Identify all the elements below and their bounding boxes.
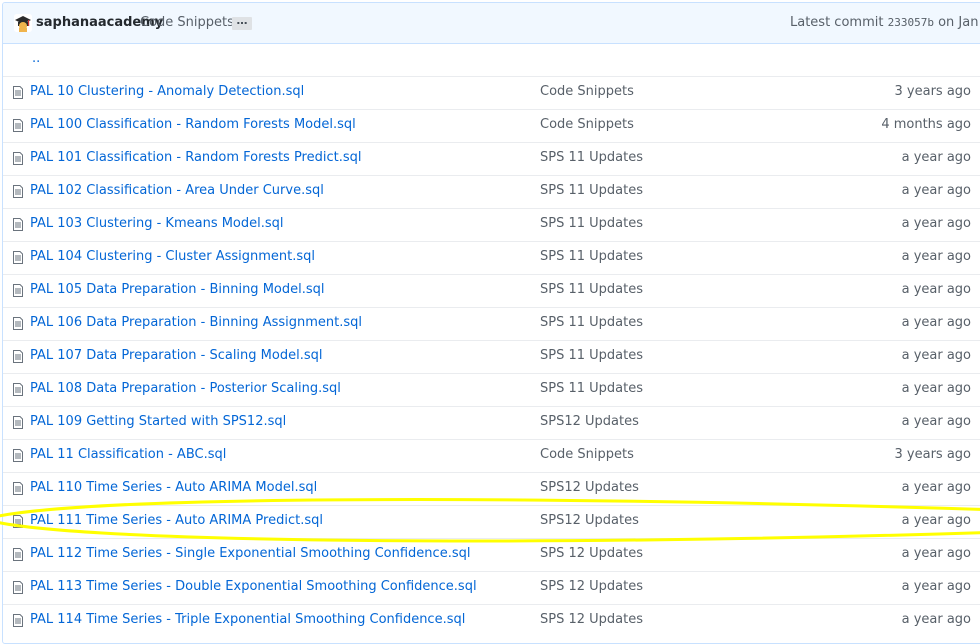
file-row: PAL 114 Time Series - Triple Exponential…: [3, 604, 980, 637]
file-text-icon: [13, 515, 23, 528]
file-name-link[interactable]: PAL 110 Time Series - Auto ARIMA Model.s…: [30, 480, 317, 495]
file-name-link[interactable]: PAL 103 Clustering - Kmeans Model.sql: [30, 216, 284, 231]
file-row: PAL 101 Classification - Random Forests …: [3, 142, 980, 175]
file-commit-message[interactable]: SPS12 Updates: [540, 414, 639, 429]
file-row: PAL 107 Data Preparation - Scaling Model…: [3, 340, 980, 373]
file-commit-age: a year ago: [901, 282, 971, 297]
file-text-icon: [13, 317, 23, 330]
latest-commit-date: on Jan 3: [938, 15, 980, 30]
file-text-icon: [13, 152, 23, 165]
file-browser: saphanaacademy Code Snippets … Latest co…: [2, 2, 980, 644]
parent-directory-link[interactable]: ..: [32, 51, 40, 66]
file-row: PAL 110 Time Series - Auto ARIMA Model.s…: [3, 472, 980, 505]
expand-commit-button[interactable]: …: [232, 15, 252, 30]
latest-commit-label: Latest commit: [790, 15, 884, 30]
file-commit-age: 3 years ago: [894, 84, 971, 99]
file-commit-age: a year ago: [901, 183, 971, 198]
file-row: PAL 105 Data Preparation - Binning Model…: [3, 274, 980, 307]
file-name-link[interactable]: PAL 104 Clustering - Cluster Assignment.…: [30, 249, 315, 264]
file-row: PAL 102 Classification - Area Under Curv…: [3, 175, 980, 208]
file-commit-message[interactable]: SPS 12 Updates: [540, 579, 643, 594]
file-commit-message[interactable]: SPS12 Updates: [540, 480, 639, 495]
file-name-link[interactable]: PAL 105 Data Preparation - Binning Model…: [30, 282, 325, 297]
avatar[interactable]: [14, 14, 32, 32]
file-row: PAL 112 Time Series - Single Exponential…: [3, 538, 980, 571]
file-name-link[interactable]: PAL 101 Classification - Random Forests …: [30, 150, 362, 165]
file-commit-age: 3 years ago: [894, 447, 971, 462]
file-text-icon: [13, 482, 23, 495]
file-commit-age: a year ago: [901, 249, 971, 264]
file-commit-message[interactable]: Code Snippets: [540, 117, 634, 132]
file-row: PAL 10 Clustering - Anomaly Detection.sq…: [3, 76, 980, 109]
file-row: PAL 11 Classification - ABC.sql Code Snip…: [3, 439, 980, 472]
file-name-link[interactable]: PAL 111 Time Series - Auto ARIMA Predict…: [30, 513, 323, 528]
file-text-icon: [13, 284, 23, 297]
file-name-link[interactable]: PAL 107 Data Preparation - Scaling Model…: [30, 348, 322, 363]
file-name-link[interactable]: PAL 106 Data Preparation - Binning Assig…: [30, 315, 362, 330]
file-commit-message[interactable]: SPS 11 Updates: [540, 183, 643, 198]
file-commit-message[interactable]: SPS 11 Updates: [540, 249, 643, 264]
file-commit-message[interactable]: Code Snippets: [540, 84, 634, 99]
file-row: PAL 108 Data Preparation - Posterior Sca…: [3, 373, 980, 406]
file-commit-message[interactable]: SPS 11 Updates: [540, 150, 643, 165]
file-commit-age: a year ago: [901, 546, 971, 561]
file-text-icon: [13, 449, 23, 462]
file-text-icon: [13, 86, 23, 99]
latest-commit-info: Latest commit 233057b on Jan 3: [790, 15, 980, 30]
file-commit-age: a year ago: [901, 315, 971, 330]
file-row: PAL 111 Time Series - Auto ARIMA Predict…: [3, 505, 980, 538]
file-name-link[interactable]: PAL 10 Clustering - Anomaly Detection.sq…: [30, 84, 304, 99]
file-text-icon: [13, 218, 23, 231]
file-commit-message[interactable]: SPS 11 Updates: [540, 381, 643, 396]
file-row: PAL 103 Clustering - Kmeans Model.sql SPS…: [3, 208, 980, 241]
file-list: .. PAL 10 Clustering - Anomaly Detection…: [3, 44, 980, 637]
file-name-link[interactable]: PAL 11 Classification - ABC.sql: [30, 447, 226, 462]
file-row: PAL 104 Clustering - Cluster Assignment.…: [3, 241, 980, 274]
commit-message[interactable]: Code Snippets: [140, 15, 234, 30]
file-text-icon: [13, 185, 23, 198]
file-commit-message[interactable]: SPS 11 Updates: [540, 348, 643, 363]
commit-sha-link[interactable]: 233057b: [888, 16, 934, 29]
file-name-link[interactable]: PAL 112 Time Series - Single Exponential…: [30, 546, 470, 561]
file-commit-message[interactable]: SPS 11 Updates: [540, 315, 643, 330]
file-row: PAL 100 Classification - Random Forests …: [3, 109, 980, 142]
file-text-icon: [13, 350, 23, 363]
file-commit-age: a year ago: [901, 216, 971, 231]
file-commit-age: 4 months ago: [881, 117, 971, 132]
file-commit-message[interactable]: Code Snippets: [540, 447, 634, 462]
file-text-icon: [13, 251, 23, 264]
file-commit-age: a year ago: [901, 150, 971, 165]
file-text-icon: [13, 614, 23, 627]
file-text-icon: [13, 383, 23, 396]
file-commit-age: a year ago: [901, 513, 971, 528]
file-name-link[interactable]: PAL 109 Getting Started with SPS12.sql: [30, 414, 286, 429]
file-commit-message[interactable]: SPS 12 Updates: [540, 546, 643, 561]
file-row: PAL 109 Getting Started with SPS12.sql SP…: [3, 406, 980, 439]
file-text-icon: [13, 548, 23, 561]
file-commit-message[interactable]: SPS 11 Updates: [540, 216, 643, 231]
commit-header: saphanaacademy Code Snippets … Latest co…: [3, 3, 980, 44]
file-commit-age: a year ago: [901, 381, 971, 396]
parent-directory-row[interactable]: ..: [3, 44, 980, 76]
file-name-link[interactable]: PAL 113 Time Series - Double Exponential…: [30, 579, 477, 594]
file-commit-age: a year ago: [901, 480, 971, 495]
file-name-link[interactable]: PAL 108 Data Preparation - Posterior Sca…: [30, 381, 341, 396]
file-commit-age: a year ago: [901, 348, 971, 363]
file-text-icon: [13, 119, 23, 132]
file-commit-message[interactable]: SPS12 Updates: [540, 513, 639, 528]
file-name-link[interactable]: PAL 100 Classification - Random Forests …: [30, 117, 356, 132]
file-row: PAL 106 Data Preparation - Binning Assig…: [3, 307, 980, 340]
file-text-icon: [13, 416, 23, 429]
file-text-icon: [13, 581, 23, 594]
file-name-link[interactable]: PAL 102 Classification - Area Under Curv…: [30, 183, 324, 198]
file-commit-age: a year ago: [901, 579, 971, 594]
file-row: PAL 113 Time Series - Double Exponential…: [3, 571, 980, 604]
file-commit-message[interactable]: SPS 11 Updates: [540, 282, 643, 297]
file-commit-age: a year ago: [901, 414, 971, 429]
